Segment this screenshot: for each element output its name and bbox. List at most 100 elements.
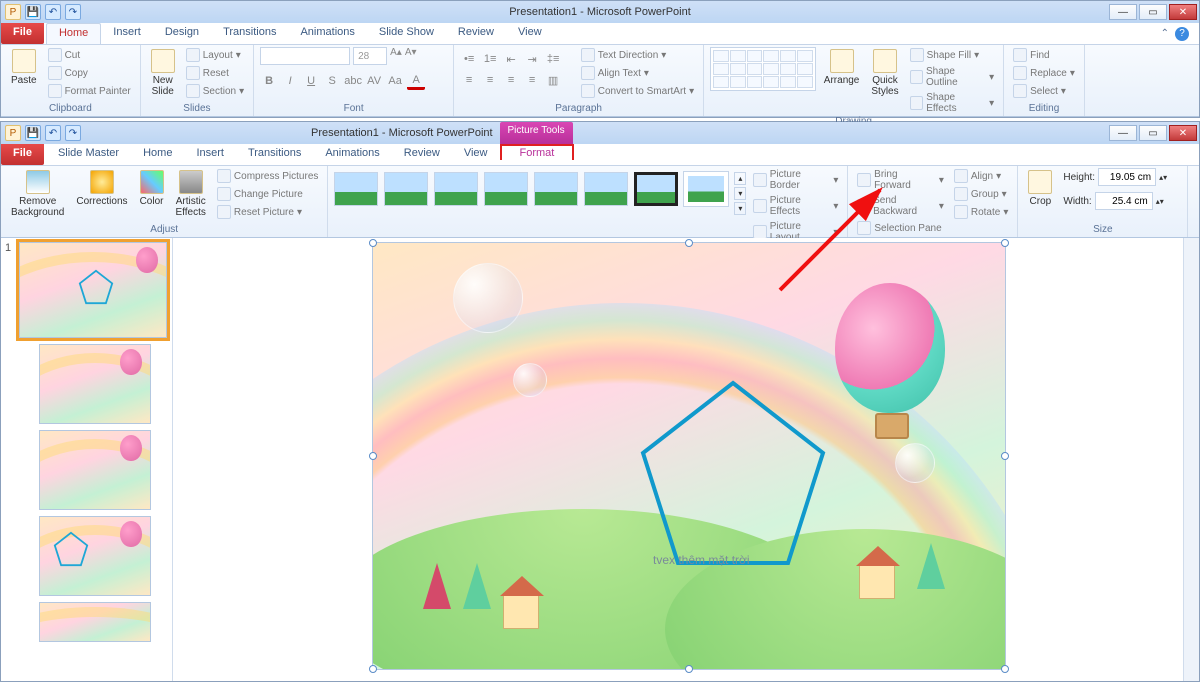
width-input[interactable] bbox=[1095, 192, 1153, 210]
layout-thumbnail-3[interactable] bbox=[39, 516, 151, 596]
shape-effects-button[interactable]: Shape Effects ▾ bbox=[907, 91, 998, 115]
cut-button[interactable]: Cut bbox=[45, 47, 134, 63]
width-spinner-icon[interactable]: ▴▾ bbox=[1156, 197, 1164, 206]
new-slide-button[interactable]: New Slide bbox=[147, 47, 179, 99]
redo-icon[interactable]: ↷ bbox=[65, 4, 81, 20]
close-button[interactable]: ✕ bbox=[1169, 4, 1197, 20]
reset-button[interactable]: Reset bbox=[183, 65, 247, 81]
collapse-ribbon-icon[interactable]: ⌃ bbox=[1161, 28, 1169, 39]
slide-thumbnails-panel[interactable]: 1 bbox=[1, 238, 173, 681]
artistic-effects-button[interactable]: Artistic Effects bbox=[172, 168, 210, 220]
justify-icon[interactable]: ≡ bbox=[523, 71, 541, 89]
font-color-button[interactable]: A bbox=[407, 72, 425, 90]
decrease-font-icon[interactable]: A▾ bbox=[405, 47, 417, 65]
bold-button[interactable]: B bbox=[260, 72, 278, 90]
tab-file-2[interactable]: File bbox=[1, 144, 44, 165]
dec-indent-icon[interactable]: ⇤ bbox=[502, 50, 520, 68]
slide-placeholder-text[interactable]: tvex thêm mặt trời bbox=[653, 553, 750, 567]
inc-indent-icon[interactable]: ⇥ bbox=[523, 50, 541, 68]
increase-font-icon[interactable]: A▴ bbox=[390, 47, 402, 65]
sel-handle-tr[interactable] bbox=[1001, 239, 1009, 247]
shape-outline-button[interactable]: Shape Outline ▾ bbox=[907, 65, 998, 89]
paste-button[interactable]: Paste bbox=[7, 47, 41, 88]
shape-fill-button[interactable]: Shape Fill ▾ bbox=[907, 47, 998, 63]
gallery-down-icon[interactable]: ▾ bbox=[734, 187, 746, 200]
gallery-up-icon[interactable]: ▴ bbox=[734, 172, 746, 185]
font-size-input[interactable] bbox=[353, 47, 387, 65]
bullets-icon[interactable]: •≡ bbox=[460, 50, 478, 68]
italic-button[interactable]: I bbox=[281, 72, 299, 90]
redo-icon-2[interactable]: ↷ bbox=[65, 125, 81, 141]
slide-thumbnail-1[interactable] bbox=[19, 242, 167, 338]
height-spinner-icon[interactable]: ▴▾ bbox=[1159, 173, 1167, 182]
corrections-button[interactable]: Corrections bbox=[72, 168, 131, 209]
tab-home[interactable]: Home bbox=[46, 23, 101, 44]
tab-review[interactable]: Review bbox=[446, 23, 506, 44]
sel-handle-bc[interactable] bbox=[685, 665, 693, 673]
crop-button[interactable]: Crop bbox=[1024, 168, 1056, 209]
tab-view-2[interactable]: View bbox=[452, 144, 500, 165]
vertical-scrollbar[interactable] bbox=[1183, 238, 1199, 681]
layout-thumbnail-4[interactable] bbox=[39, 602, 151, 642]
select-button[interactable]: Select ▾ bbox=[1010, 83, 1078, 99]
columns-icon[interactable]: ▥ bbox=[544, 71, 562, 89]
tab-animations-2[interactable]: Animations bbox=[313, 144, 391, 165]
replace-button[interactable]: Replace ▾ bbox=[1010, 65, 1078, 81]
minimize-button[interactable]: — bbox=[1109, 4, 1137, 20]
text-direction-button[interactable]: Text Direction ▾ bbox=[578, 47, 697, 63]
sel-handle-bl[interactable] bbox=[369, 665, 377, 673]
tab-insert[interactable]: Insert bbox=[101, 23, 153, 44]
selection-pane-button[interactable]: Selection Pane bbox=[854, 220, 947, 236]
align-center-icon[interactable]: ≡ bbox=[481, 71, 499, 89]
pentagon-shape[interactable] bbox=[633, 373, 833, 573]
shadow-button[interactable]: abc bbox=[344, 72, 362, 90]
slide-canvas[interactable]: tvex thêm mặt trời bbox=[373, 243, 1005, 669]
copy-button[interactable]: Copy bbox=[45, 65, 134, 81]
bring-forward-button[interactable]: Bring Forward ▾ bbox=[854, 168, 947, 192]
smartart-button[interactable]: Convert to SmartArt ▾ bbox=[578, 83, 697, 99]
remove-bg-button[interactable]: Remove Background bbox=[7, 168, 68, 220]
strike-button[interactable]: S bbox=[323, 72, 341, 90]
tab-slideshow[interactable]: Slide Show bbox=[367, 23, 446, 44]
save-icon-2[interactable]: 💾 bbox=[25, 125, 41, 141]
undo-icon[interactable]: ↶ bbox=[45, 4, 61, 20]
tab-view[interactable]: View bbox=[506, 23, 554, 44]
find-button[interactable]: Find bbox=[1010, 47, 1078, 63]
color-button[interactable]: Color bbox=[136, 168, 168, 209]
tab-format[interactable]: Format bbox=[500, 144, 575, 160]
send-backward-button[interactable]: Send Backward ▾ bbox=[854, 194, 947, 218]
tab-home-2[interactable]: Home bbox=[131, 144, 184, 165]
layout-button[interactable]: Layout ▾ bbox=[183, 47, 247, 63]
maximize-button[interactable]: ▭ bbox=[1139, 4, 1167, 20]
align-right-icon[interactable]: ≡ bbox=[502, 71, 520, 89]
section-button[interactable]: Section ▾ bbox=[183, 83, 247, 99]
font-name-input[interactable] bbox=[260, 47, 350, 65]
align-button[interactable]: Align ▾ bbox=[951, 168, 1012, 184]
sel-handle-br[interactable] bbox=[1001, 665, 1009, 673]
case-button[interactable]: Aa bbox=[386, 72, 404, 90]
tab-transitions-2[interactable]: Transitions bbox=[236, 144, 313, 165]
line-spacing-icon[interactable]: ‡≡ bbox=[544, 50, 562, 68]
undo-icon-2[interactable]: ↶ bbox=[45, 125, 61, 141]
gallery-more-icon[interactable]: ▾ bbox=[734, 202, 746, 215]
tab-slide-master[interactable]: Slide Master bbox=[46, 144, 131, 165]
sel-handle-tc[interactable] bbox=[685, 239, 693, 247]
group-button[interactable]: Group ▾ bbox=[951, 186, 1012, 202]
layout-thumbnail-1[interactable] bbox=[39, 344, 151, 424]
sel-handle-mr[interactable] bbox=[1001, 452, 1009, 460]
picture-border-button[interactable]: Picture Border ▾ bbox=[750, 168, 841, 192]
help-icon[interactable]: ? bbox=[1175, 27, 1189, 41]
rotate-button[interactable]: Rotate ▾ bbox=[951, 204, 1012, 220]
slide-canvas-area[interactable]: tvex thêm mặt trời bbox=[173, 238, 1199, 681]
compress-pictures-button[interactable]: Compress Pictures bbox=[214, 168, 321, 184]
change-picture-button[interactable]: Change Picture bbox=[214, 186, 321, 202]
shapes-gallery[interactable] bbox=[710, 47, 816, 91]
numbering-icon[interactable]: 1≡ bbox=[481, 50, 499, 68]
spacing-button[interactable]: AV bbox=[365, 72, 383, 90]
picture-styles-gallery[interactable]: ▴ ▾ ▾ bbox=[334, 168, 746, 215]
tab-design[interactable]: Design bbox=[153, 23, 211, 44]
align-text-button[interactable]: Align Text ▾ bbox=[578, 65, 697, 81]
minimize-button-2[interactable]: — bbox=[1109, 125, 1137, 141]
tab-review-2[interactable]: Review bbox=[392, 144, 452, 165]
underline-button[interactable]: U bbox=[302, 72, 320, 90]
